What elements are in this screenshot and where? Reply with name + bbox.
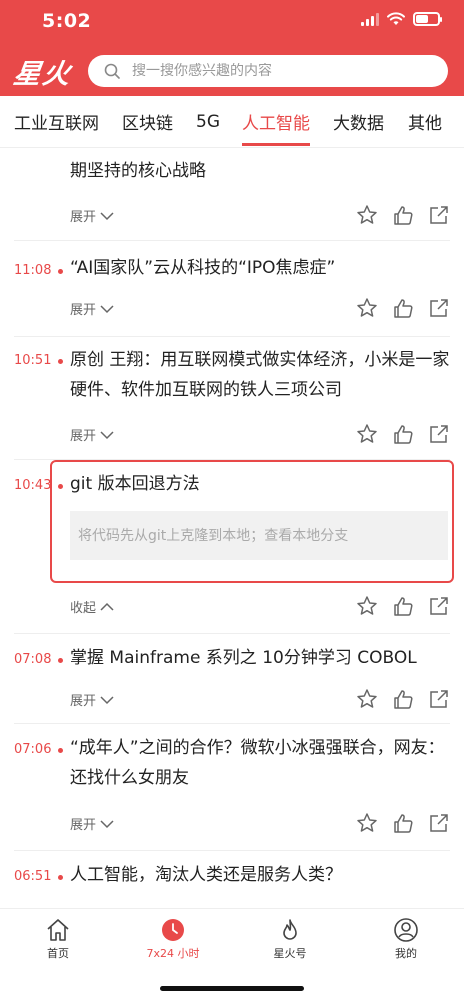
star-icon[interactable] — [356, 297, 378, 319]
chevron-up-icon — [100, 602, 114, 611]
item-actions — [356, 595, 450, 617]
signal-icon — [361, 12, 379, 26]
thumbs-up-icon[interactable] — [392, 297, 414, 319]
toggle-label: 展开 — [70, 694, 97, 709]
nav-label: 星火号 — [273, 947, 307, 960]
item-title: “成年人”之间的合作？微软小冰强强联合，网友：还找什么女朋友 — [70, 738, 445, 788]
timeline-dot — [58, 748, 63, 753]
status-icons — [361, 12, 442, 26]
item-actions — [356, 204, 450, 226]
tab-5g[interactable]: 5G — [196, 112, 220, 132]
thumbs-up-icon[interactable] — [392, 423, 414, 445]
chevron-down-icon — [100, 695, 114, 704]
search-icon — [104, 63, 120, 79]
item-title: 期坚持的核心战略 — [70, 161, 206, 181]
expand-toggle[interactable]: 展开 — [70, 299, 114, 318]
divider — [14, 240, 450, 241]
status-time: 5:02 — [42, 10, 92, 32]
item-actions — [356, 297, 450, 319]
star-icon[interactable] — [356, 812, 378, 834]
nav-xinghuo-hao[interactable]: 星火号 — [245, 917, 335, 961]
toggle-label: 展开 — [70, 818, 97, 833]
item-title: 掌握 Mainframe 系列之 10分钟学习 COBOL — [70, 648, 417, 668]
nav-label: 我的 — [395, 947, 417, 960]
divider — [14, 336, 450, 337]
item-actions — [356, 423, 450, 445]
nav-7x24[interactable]: 7x24 小时 — [128, 917, 218, 961]
item-time: 10:43 — [14, 478, 52, 493]
toggle-label: 收起 — [70, 601, 97, 616]
item-time: 11:08 — [14, 263, 52, 278]
chevron-down-icon — [100, 819, 114, 828]
share-icon[interactable] — [428, 297, 450, 319]
nav-mine[interactable]: 我的 — [361, 917, 451, 961]
chevron-down-icon — [100, 430, 114, 439]
toggle-label: 展开 — [70, 210, 97, 225]
thumbs-up-icon[interactable] — [392, 688, 414, 710]
search-bar[interactable] — [88, 55, 448, 87]
item-time: 07:06 — [14, 742, 52, 757]
divider — [14, 633, 450, 634]
timeline-dot — [58, 875, 63, 880]
tab-artificial-intelligence[interactable]: 人工智能 — [242, 109, 310, 146]
expand-toggle[interactable]: 展开 — [70, 206, 114, 225]
tab-other[interactable]: 其他 — [408, 109, 442, 134]
tab-big-data[interactable]: 大数据 — [333, 109, 384, 134]
chevron-down-icon — [100, 211, 114, 220]
clock-icon — [162, 919, 184, 941]
search-input[interactable] — [132, 63, 432, 79]
timeline-dot — [58, 359, 63, 364]
status-bar: 5:02 — [0, 0, 464, 44]
nav-label: 7x24 小时 — [146, 947, 200, 960]
divider — [14, 850, 450, 851]
timeline-dot — [58, 484, 63, 489]
user-icon — [394, 918, 418, 942]
home-icon — [47, 919, 69, 941]
tab-industrial-internet[interactable]: 工业互联网 — [14, 109, 99, 134]
item-actions — [356, 688, 450, 710]
star-icon[interactable] — [356, 423, 378, 445]
share-icon[interactable] — [428, 204, 450, 226]
star-icon[interactable] — [356, 595, 378, 617]
toggle-label: 展开 — [70, 429, 97, 444]
divider — [14, 723, 450, 724]
tab-blockchain[interactable]: 区块链 — [122, 109, 173, 134]
share-icon[interactable] — [428, 812, 450, 834]
thumbs-up-icon[interactable] — [392, 204, 414, 226]
collapse-toggle[interactable]: 收起 — [70, 597, 114, 616]
share-icon[interactable] — [428, 595, 450, 617]
thumbs-up-icon[interactable] — [392, 595, 414, 617]
expand-toggle[interactable]: 展开 — [70, 814, 114, 833]
item-detail-summary: 将代码先从git上克隆到本地；查看本地分支 — [70, 511, 448, 560]
flame-icon — [283, 919, 297, 940]
expand-toggle[interactable]: 展开 — [70, 690, 114, 709]
news-feed: 期坚持的核心战略 展开 11:08 “AI国家队”云从科技的“IPO焦虑症” 展… — [0, 148, 464, 908]
nav-label: 首页 — [47, 947, 69, 960]
wifi-icon — [387, 12, 405, 25]
expand-toggle[interactable]: 展开 — [70, 425, 114, 444]
item-title: 原创 王翔：用互联网模式做实体经济，小米是一家硬件、软件加互联网的铁人三项公司 — [70, 350, 450, 400]
item-title: 人工智能，淘汰人类还是服务人类？ — [70, 865, 342, 885]
timeline-dot — [58, 658, 63, 663]
share-icon[interactable] — [428, 688, 450, 710]
item-title: “AI国家队”云从科技的“IPO焦虑症” — [70, 258, 336, 278]
category-tabs: 工业互联网 区块链 5G 人工智能 大数据 其他 — [0, 96, 464, 148]
timeline-dot — [58, 269, 63, 274]
thumbs-up-icon[interactable] — [392, 812, 414, 834]
battery-icon — [413, 12, 442, 26]
star-icon[interactable] — [356, 204, 378, 226]
home-indicator[interactable] — [160, 986, 304, 991]
star-icon[interactable] — [356, 688, 378, 710]
item-time: 06:51 — [14, 869, 52, 884]
chevron-down-icon — [100, 304, 114, 313]
toggle-label: 展开 — [70, 303, 97, 318]
nav-home[interactable]: 首页 — [13, 917, 103, 961]
item-actions — [356, 812, 450, 834]
share-icon[interactable] — [428, 423, 450, 445]
item-time: 07:08 — [14, 652, 52, 667]
app-header: 5:02 星火 — [0, 0, 464, 96]
item-time: 10:51 — [14, 353, 52, 368]
app-logo: 星火 — [11, 59, 74, 90]
item-title: git 版本回退方法 — [70, 474, 200, 494]
